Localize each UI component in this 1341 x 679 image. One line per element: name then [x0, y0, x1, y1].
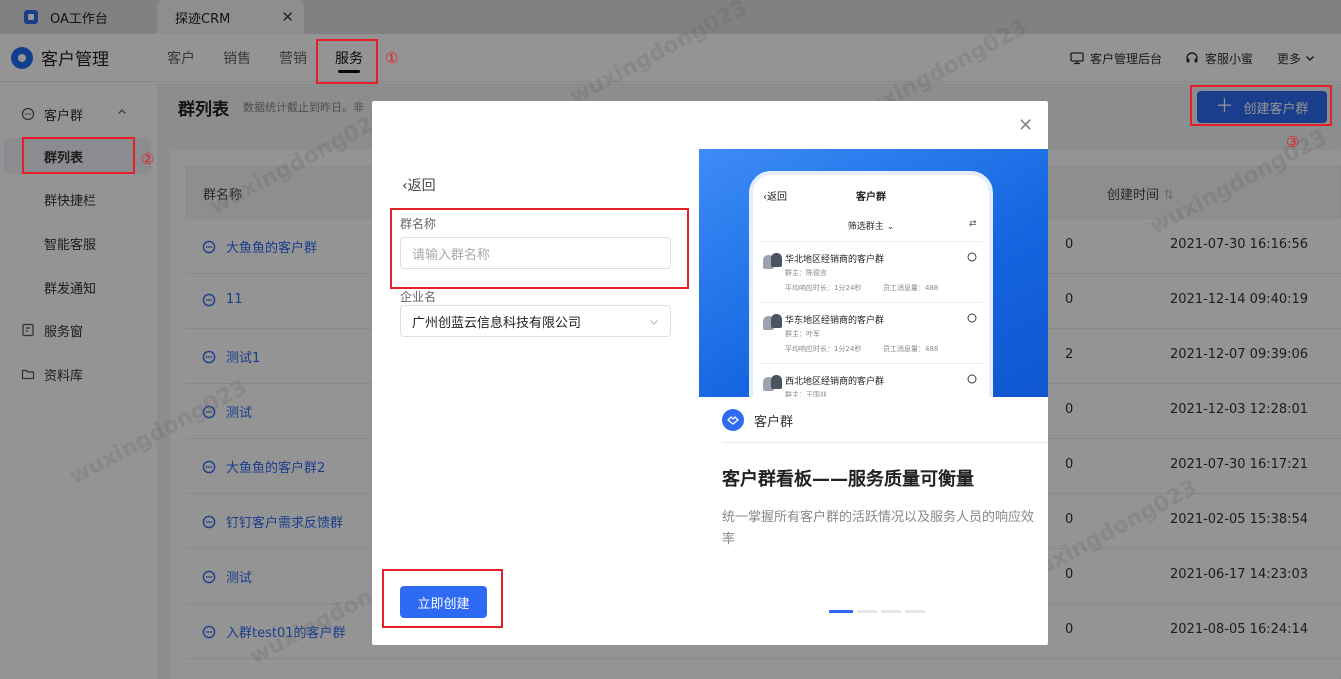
phone-card-owner: 群主：叶军 [785, 330, 820, 338]
phone-filter: 筛选群主 ⌄ [753, 219, 989, 232]
company-select[interactable]: 广州创蓝云信息科技有限公司 [400, 305, 671, 337]
promo-brand-label: 客户群 [754, 414, 794, 430]
phone-card-title: 华北地区经销商的客户群 [785, 255, 885, 265]
carousel-dot[interactable] [829, 610, 853, 613]
phone-card: 华东地区经销商的客户群 群主：叶军平均响应时长：1分24秒 员工消息量：488 [759, 302, 983, 360]
avatar [763, 314, 783, 330]
phone-back: ‹返回 [763, 188, 787, 203]
annotation-box-service-tab [316, 39, 378, 84]
handshake-icon [722, 409, 744, 431]
carousel-dot[interactable] [881, 610, 901, 613]
promo-divider [722, 442, 1048, 443]
chevron-down-icon: ⌄ [886, 222, 895, 232]
phone-card-metric: 员工消息量：488 [883, 284, 939, 292]
avatar [763, 375, 783, 391]
promo-image: 客户群 ‹返回 筛选群主 ⌄ ⇄ 华北地区经销商的客户群 群主：陈德言平均响应时长… [699, 149, 1048, 397]
promo-brand: 客户群 [722, 409, 793, 431]
annotation-box-group-name [390, 208, 689, 289]
phone-card-owner: 群主：王国兆 [785, 391, 827, 397]
phone-back-label: 返回 [767, 192, 787, 203]
promo-description: 统一掌握所有客户群的活跃情况以及服务人员的响应效率 [722, 510, 1035, 547]
back-label: 返回 [407, 178, 436, 194]
phone-card: 华北地区经销商的客户群 群主：陈德言平均响应时长：1分24秒 员工消息量：488 [759, 241, 983, 299]
annotation-number-2: ② [141, 150, 155, 168]
sort-icon: ⇄ [969, 219, 977, 229]
phone-card-metric: 平均响应时长：1分24秒 [785, 284, 862, 292]
company-label: 企业名 [400, 290, 437, 304]
phone-card: 西北地区经销商的客户群群主：王国兆 [759, 363, 983, 397]
chevron-down-icon [650, 320, 658, 325]
close-icon[interactable]: ✕ [1018, 115, 1033, 136]
chat-icon [967, 313, 977, 323]
annotation-box-group-list [22, 137, 135, 174]
promo-panel: 客户群 ‹返回 筛选群主 ⌄ ⇄ 华北地区经销商的客户群 群主：陈德言平均响应时长… [699, 149, 1048, 645]
annotation-box-create-button [1190, 85, 1332, 126]
annotation-number-1: ① [385, 49, 399, 67]
annotation-number-3: ③ [1286, 133, 1300, 151]
create-group-modal: ✕ ‹返回 群名称 请输入群名称 企业名 广州创蓝云信息科技有限公司 立即创建 … [372, 101, 1048, 645]
phone-card-metric: 平均响应时长：1分24秒 [785, 345, 862, 353]
carousel-dot[interactable] [905, 610, 925, 613]
back-link[interactable]: ‹返回 [402, 175, 436, 195]
phone-card-title: 西北地区经销商的客户群 [785, 377, 885, 387]
phone-mockup: 客户群 ‹返回 筛选群主 ⌄ ⇄ 华北地区经销商的客户群 群主：陈德言平均响应时长… [749, 171, 993, 397]
phone-card-title: 华东地区经销商的客户群 [785, 316, 885, 326]
phone-card-metric: 员工消息量：488 [883, 345, 939, 353]
promo-headline: 客户群看板——服务质量可衡量 [722, 469, 974, 490]
carousel-dot[interactable] [857, 610, 877, 613]
company-value: 广州创蓝云信息科技有限公司 [412, 315, 582, 331]
carousel-dots [829, 610, 929, 613]
phone-title: 客户群 [856, 192, 886, 203]
phone-card-owner: 群主：陈德言 [785, 269, 827, 277]
chat-icon [967, 252, 977, 262]
avatar [763, 253, 783, 269]
annotation-box-create-now [382, 569, 503, 628]
chat-icon [967, 374, 977, 384]
phone-filter-label: 筛选群主 [847, 222, 884, 232]
